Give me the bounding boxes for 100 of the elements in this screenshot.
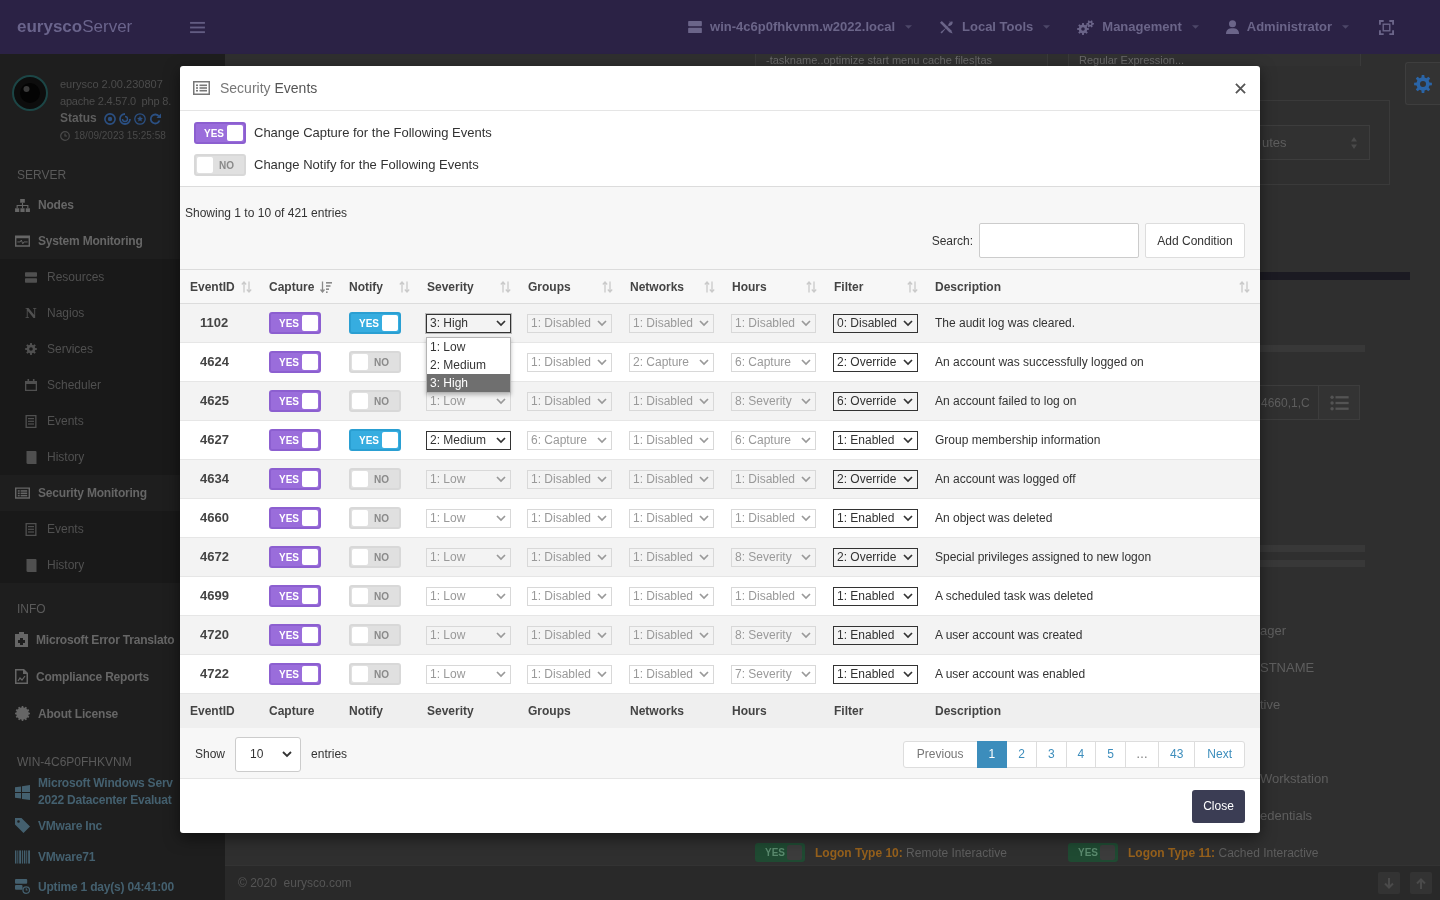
sitemap-icon (15, 198, 30, 212)
description-cell: An account was successfully logged on (925, 342, 1260, 382)
filter-select[interactable]: 1: Enabled (833, 508, 918, 528)
scroll-down-button[interactable] (1378, 872, 1400, 894)
capture-toggle[interactable]: YES (269, 624, 321, 646)
spinner-icon (118, 112, 131, 125)
notify-toggle[interactable]: YES (349, 312, 401, 334)
notify-toggle[interactable]: NO (349, 468, 401, 490)
notify-toggle[interactable]: NO (349, 390, 401, 412)
filter-select[interactable]: 1: Enabled (833, 586, 918, 606)
page-button[interactable]: 3 (1035, 740, 1067, 768)
chevron-down-icon (801, 514, 811, 522)
add-condition-button[interactable]: Add Condition (1145, 223, 1245, 258)
description-cell: Group membership information (925, 420, 1260, 460)
chevron-down-icon (801, 592, 811, 600)
page-button[interactable]: 43 (1157, 740, 1196, 768)
capture-toggle[interactable]: YES (269, 468, 321, 490)
dropdown-option[interactable]: 1: Low (427, 337, 510, 356)
page-length-select[interactable]: 10 (235, 736, 302, 772)
filter-select[interactable]: 2: Override (833, 352, 918, 372)
refresh-icon (148, 112, 161, 125)
switch-toggle[interactable]: YES (194, 122, 246, 144)
event-id-cell: 4720 (180, 615, 259, 655)
menu-button[interactable] (190, 20, 205, 34)
page-button[interactable]: 1 (976, 740, 1008, 768)
chevron-down-icon (801, 670, 811, 678)
scroll-up-button[interactable] (1410, 872, 1432, 894)
filter-select[interactable]: 1: Enabled (833, 625, 918, 645)
list-button[interactable] (1318, 385, 1360, 420)
notify-toggle[interactable]: NO (349, 507, 401, 529)
sidebar-item[interactable]: VMware71 (0, 841, 178, 873)
chevron-down-icon (699, 670, 709, 678)
notify-toggle[interactable]: NO (349, 663, 401, 685)
nav-dropdown[interactable]: Administrator (1225, 17, 1349, 37)
switch-label: Change Notify for the Following Events (254, 156, 479, 175)
next-button[interactable]: Next (1194, 740, 1245, 768)
capture-toggle[interactable]: YES (269, 429, 321, 451)
notify-toggle[interactable]: NO (349, 351, 401, 373)
sidebar-item[interactable]: About License (0, 695, 178, 732)
severity-select[interactable]: 2: Medium (426, 430, 511, 450)
filter-select[interactable]: 0: Disabled (833, 313, 918, 333)
caret-icon (1043, 25, 1051, 29)
notify-toggle[interactable]: YES (349, 429, 401, 451)
notify-toggle[interactable]: NO (349, 585, 401, 607)
sidebar-item[interactable]: Uptime 1 day(s) 04:41:00 (0, 873, 178, 900)
nav-dropdown[interactable]: Local Tools (939, 17, 1051, 37)
logon-toggle[interactable]: YES (755, 843, 805, 862)
capture-toggle[interactable]: YES (269, 663, 321, 685)
close-x-button[interactable] (1235, 82, 1246, 94)
column-header: Notify (349, 278, 383, 296)
sidebar-item[interactable]: Security Monitoring (0, 475, 178, 511)
chevron-down-icon (597, 514, 607, 522)
settings-icon (1414, 74, 1432, 93)
chevron-down-icon (801, 475, 811, 483)
sidebar-item[interactable]: Nodes (0, 187, 178, 223)
sidebar-item[interactable]: Microsoft Windows Serv 2022 Datacenter Evaluat (0, 774, 178, 810)
sidebar-item[interactable]: System Monitoring (0, 223, 178, 259)
column-footer: Description (925, 693, 1260, 728)
sidebar-item[interactable]: Microsoft Error Translato (0, 621, 178, 658)
severity-select[interactable]: 3: High (426, 313, 511, 333)
sidebar-item[interactable]: VMware Inc (0, 810, 178, 841)
nav-dropdown[interactable]: Management (1077, 17, 1199, 37)
chevron-down-icon (282, 750, 293, 758)
close-button[interactable]: Close (1192, 789, 1245, 823)
cogs-icon (1077, 19, 1095, 35)
window-panes-icon (15, 784, 30, 800)
search-field[interactable] (979, 223, 1139, 258)
settings-button[interactable] (1405, 62, 1440, 105)
capture-toggle[interactable]: YES (269, 546, 321, 568)
capture-toggle[interactable]: YES (269, 585, 321, 607)
column-header: Capture (269, 278, 315, 296)
capture-toggle[interactable]: YES (269, 390, 321, 412)
entries-label: entries (311, 746, 348, 763)
capture-toggle[interactable]: YES (269, 312, 321, 334)
sidebar-item[interactable]: Compliance Reports (0, 658, 178, 695)
filter-select[interactable]: 2: Override (833, 469, 918, 489)
chart-document-icon (15, 669, 28, 684)
filter-select[interactable]: 6: Override (833, 391, 918, 411)
column-header: Severity (427, 278, 474, 296)
nav-dropdown[interactable]: win-4c6p0fhkvnm.w2022.local (688, 17, 913, 37)
page-button[interactable]: 2 (1006, 740, 1037, 768)
dropdown-option[interactable]: 3: High (427, 373, 510, 392)
capture-toggle[interactable]: YES (269, 507, 321, 529)
chevron-down-icon (496, 475, 506, 483)
capture-toggle[interactable]: YES (269, 351, 321, 373)
switch-toggle[interactable]: NO (194, 154, 246, 176)
event-id-cell: 4627 (180, 420, 259, 460)
notify-toggle[interactable]: NO (349, 624, 401, 646)
logon-toggle[interactable]: YES (1068, 843, 1118, 862)
section-header: SERVER (17, 168, 67, 182)
filter-select[interactable]: 1: Enabled (833, 430, 918, 450)
filter-select[interactable]: 2: Override (833, 547, 918, 567)
barcode-icon (15, 850, 30, 864)
notify-toggle[interactable]: NO (349, 546, 401, 568)
filter-select[interactable]: 1: Enabled (833, 664, 918, 684)
status-label: Status (60, 110, 97, 127)
fullscreen-button[interactable] (1379, 19, 1394, 35)
dropdown-option[interactable]: 2: Medium (427, 355, 510, 374)
page-button[interactable]: 5 (1095, 740, 1126, 768)
expand-icon (1379, 19, 1394, 35)
